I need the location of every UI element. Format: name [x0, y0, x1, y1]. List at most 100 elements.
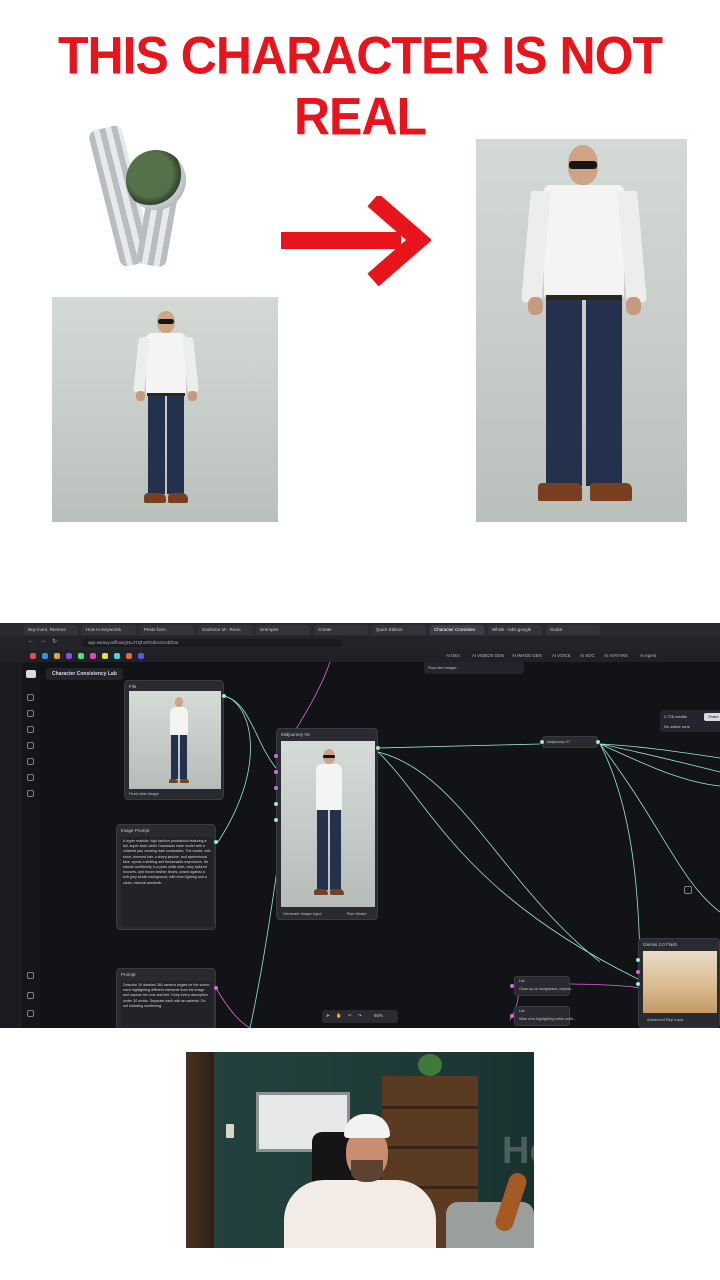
bookmark-icon[interactable] — [42, 653, 48, 659]
list-node[interactable]: List Wide shot highlighting entire outfi… — [514, 1006, 576, 1026]
browser-tab-active[interactable]: Character Consisten — [430, 624, 484, 635]
edit-icon[interactable] — [27, 742, 34, 749]
browser-tab[interactable]: Quick Edition — [372, 624, 426, 635]
credits-panel: 2,726 credits Share No active runs — [660, 710, 720, 732]
zoom-level[interactable]: 50% — [374, 1013, 383, 1018]
undo-icon[interactable]: ↶ — [348, 1013, 352, 1019]
url-field[interactable]: app.weavy.ai/flow/gNuJTQhxRGtbAiGrxbfDut — [82, 639, 342, 647]
generated-image-preview — [281, 741, 375, 907]
input-port[interactable] — [510, 984, 514, 988]
node-footer: Advanced Rep Input — [647, 1017, 684, 1022]
prompt-text-area[interactable]: Describe 10 detailed 360 camera angles f… — [121, 981, 213, 1027]
bookmark-folder[interactable]: AI VIDEOS GEN — [472, 653, 504, 658]
gemini-node[interactable]: Gemini 2.0 Flash Advanced Rep Input — [638, 938, 720, 1028]
node-title: Midjourney V6 — [281, 732, 310, 737]
pointer-icon[interactable]: ➤ — [326, 1013, 330, 1019]
bookmark-folder[interactable]: AI SOC — [580, 653, 595, 658]
app-side-rail — [22, 662, 40, 1028]
folder-icon[interactable] — [27, 726, 34, 733]
bookmark-icon[interactable] — [66, 653, 72, 659]
browser-tab[interactable]: Whisk - labs.google — [488, 624, 542, 635]
reload-icon[interactable]: ↻ — [52, 638, 57, 645]
output-port[interactable] — [214, 986, 218, 990]
bookmark-icon[interactable] — [78, 653, 84, 659]
input-port[interactable] — [510, 1014, 514, 1018]
hand-tool-icon[interactable]: ✋ — [336, 1013, 342, 1019]
active-runs-label: No active runs — [664, 724, 690, 729]
midjourney-v7-node[interactable]: Midjourney V7 — [542, 736, 598, 748]
input-port[interactable] — [274, 770, 278, 774]
prompt-text-area[interactable]: A hyper realistic, high fashion photosho… — [121, 837, 213, 927]
browser-tab[interactable]: Pesto form — [140, 624, 194, 635]
prompt-node[interactable]: Prompt Describe 10 detailed 360 camera a… — [116, 968, 216, 1028]
input-port[interactable] — [636, 970, 640, 974]
output-port[interactable] — [376, 746, 380, 750]
presenter-body — [284, 1180, 436, 1248]
input-port[interactable] — [274, 754, 278, 758]
app-screenshot: Buy more, Rerenor How to Keywords Pesto … — [0, 623, 720, 1028]
file-node[interactable]: File Final view image — [124, 680, 224, 800]
node-image-preview — [129, 691, 221, 789]
list-text: Wide shot highlighting entire outfit... — [519, 1017, 576, 1021]
workflow-canvas[interactable]: Character Consistency Lab 2,726 credits … — [40, 662, 720, 1028]
bookmark-folder[interactable]: AI Agent — [640, 653, 656, 658]
project-title[interactable]: Character Consistency Lab — [46, 668, 123, 680]
bookmark-folder[interactable]: AI IMAGE GEN — [512, 653, 542, 658]
image-icon[interactable] — [27, 758, 34, 765]
bookmark-icon[interactable] — [54, 653, 60, 659]
bookmark-icon[interactable] — [102, 653, 108, 659]
input-port[interactable] — [636, 982, 640, 986]
right-arrow-icon — [281, 196, 431, 286]
browser-tab[interactable]: Godot — [546, 624, 600, 635]
discord-icon[interactable] — [27, 1010, 34, 1017]
input-port[interactable] — [636, 958, 640, 962]
node-title: List — [519, 979, 525, 983]
browser-tab[interactable]: Drempire — [256, 624, 310, 635]
bookmarks-bar: AI DEV AI VIDEOS GEN AI IMAGE GEN AI VOI… — [0, 650, 720, 662]
model-figure-large — [521, 145, 647, 519]
redo-icon[interactable]: ↷ — [358, 1013, 362, 1019]
midjourney-node[interactable]: Midjourney V6 Generate image input Run M… — [276, 728, 378, 920]
input-port[interactable] — [274, 802, 278, 806]
help-icon[interactable] — [27, 992, 34, 999]
output-label: Final view images — [424, 662, 524, 674]
wristwatch-image — [86, 120, 196, 270]
browser-tab[interactable]: Buy more, Rerenor — [24, 624, 78, 635]
share-button[interactable]: Share — [704, 713, 720, 721]
image-prompt-node[interactable]: Image Prompt A hyper realistic, high fas… — [116, 824, 216, 930]
collapse-panel-icon[interactable] — [684, 886, 692, 894]
bookmark-folder[interactable]: AI DEV — [446, 653, 460, 658]
heygen-watermark: HeyGen — [502, 1130, 534, 1172]
output-port[interactable] — [222, 694, 226, 698]
bookmark-folder[interactable]: AI VOICE — [552, 653, 571, 658]
run-model-button[interactable]: Run Model — [347, 911, 366, 916]
browser-tab-bar: Buy more, Rerenor How to Keywords Pesto … — [0, 623, 720, 636]
browser-tab[interactable]: Godoctor M - Revic — [198, 624, 252, 635]
input-port[interactable] — [274, 818, 278, 822]
input-port[interactable] — [274, 786, 278, 790]
node-title: Midjourney V7 — [547, 740, 570, 744]
forward-icon[interactable]: → — [40, 638, 46, 644]
bookmark-folder[interactable]: AI AVATARS — [604, 653, 628, 658]
bookmark-icon[interactable] — [138, 653, 144, 659]
bookmark-icon[interactable] — [30, 653, 36, 659]
input-port[interactable] — [540, 740, 544, 744]
model-figure — [132, 311, 202, 511]
settings-icon[interactable] — [27, 790, 34, 797]
node-title: List — [519, 1009, 525, 1013]
output-port[interactable] — [214, 840, 218, 844]
bookmark-icon[interactable] — [126, 653, 132, 659]
output-port[interactable] — [596, 740, 600, 744]
browser-tab[interactable]: Create — [314, 624, 368, 635]
back-icon[interactable]: ← — [28, 638, 34, 644]
grid-icon[interactable] — [27, 972, 34, 979]
search-icon[interactable] — [27, 694, 34, 701]
list-node[interactable]: List Close-up on sunglasses, expose... — [514, 976, 574, 996]
app-logo-icon[interactable] — [26, 670, 36, 678]
bookmark-icon[interactable] — [114, 653, 120, 659]
history-icon[interactable] — [27, 710, 34, 717]
bookmark-icon[interactable] — [90, 653, 96, 659]
browser-tab[interactable]: How to Keywords — [82, 624, 136, 635]
nodes-icon[interactable] — [27, 774, 34, 781]
list-text: Close-up on sunglasses, expose... — [519, 987, 574, 991]
